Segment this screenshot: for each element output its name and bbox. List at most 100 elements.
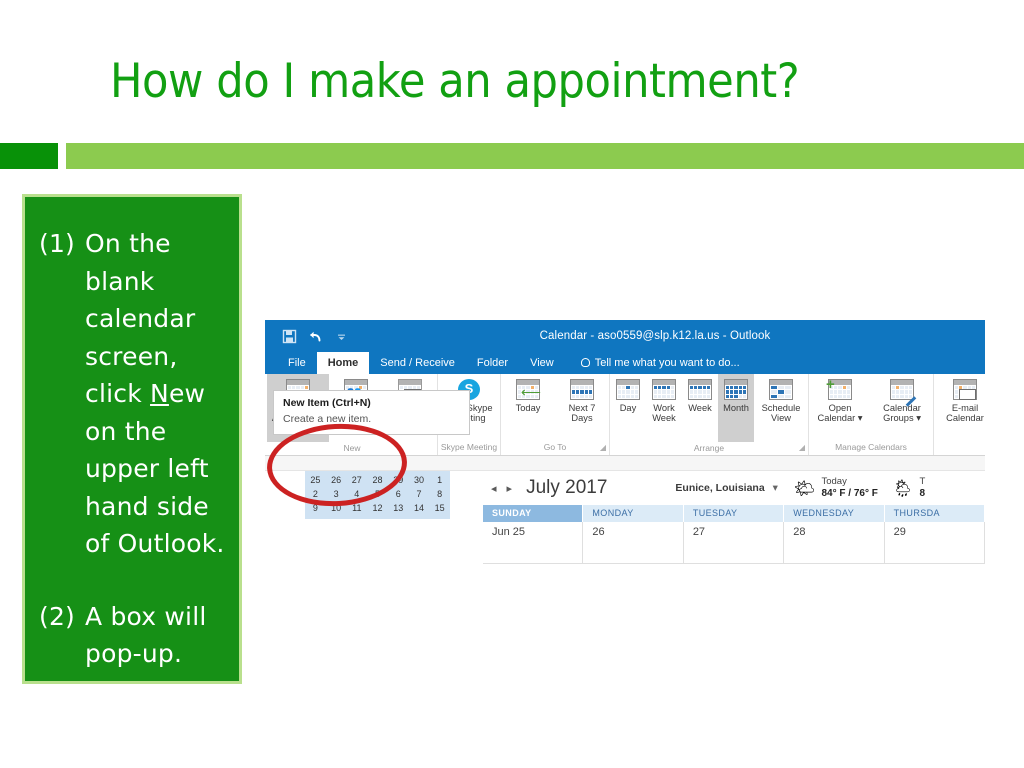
mini-calendar-day[interactable]: 6 (388, 487, 409, 501)
weather-location-selector[interactable]: Eunice, Louisiana ▾ (675, 482, 777, 494)
calendar-navbar (265, 456, 985, 471)
weather-today-text: Today 84° F / 76° F (821, 476, 877, 500)
week-view-button[interactable]: Week (682, 374, 718, 413)
tab-view[interactable]: View (519, 352, 565, 374)
calendar-day-cell[interactable]: 26 (583, 522, 684, 564)
weather-temps: 8 (919, 487, 925, 499)
mini-calendar-day[interactable]: 2 (305, 487, 326, 501)
mini-calendar-day[interactable]: 8 (429, 487, 450, 501)
new-item-tooltip: New Item (Ctrl+N) Create a new item. (273, 390, 470, 435)
calendar-month-label: July 2017 (526, 477, 608, 498)
open-calendar-button[interactable]: + Open Calendar ▾ (809, 374, 871, 424)
tab-send-receive[interactable]: Send / Receive (369, 352, 466, 374)
work-week-view-label-1: Work (653, 403, 675, 413)
list-item: (2) A box will pop-up. (39, 598, 227, 673)
mini-calendar-row[interactable]: 2 3 4 5 6 7 8 (305, 487, 450, 501)
outlook-screenshot: Calendar - aso0559@slp.k12.la.us - Outlo… (265, 320, 985, 564)
tab-home[interactable]: Home (316, 352, 370, 374)
accent-bar-dark (0, 143, 58, 169)
mini-calendar-day[interactable]: 25 (305, 473, 326, 487)
ribbon-group-skype-label: Skype Meeting (440, 442, 498, 452)
mini-calendar-day[interactable]: 11 (346, 501, 367, 515)
tab-file[interactable]: File (277, 352, 317, 374)
mini-calendar-day[interactable]: 28 (367, 473, 388, 487)
chevron-down-icon[interactable]: ▾ (773, 482, 778, 494)
ribbon-group-manage-calendars-label: Manage Calendars (835, 442, 907, 452)
calendar-week-row: Jun 25 26 27 28 29 (483, 522, 985, 564)
mini-calendar-day[interactable]: 1 (429, 473, 450, 487)
calendar-day-cell[interactable]: 28 (784, 522, 885, 564)
work-week-view-icon (652, 379, 676, 400)
ribbon-group-arrange: Day Work Week Week Month Schedule View A… (610, 374, 809, 455)
mini-calendar-day[interactable]: 4 (346, 487, 367, 501)
month-view-button[interactable]: Month (718, 374, 754, 442)
mini-calendar-day[interactable]: 10 (326, 501, 347, 515)
email-calendar-icon (953, 379, 977, 400)
accent-bar-light (66, 143, 1024, 169)
mini-calendar-row[interactable]: 9 10 11 12 13 14 15 (305, 501, 450, 515)
tooltip-title: New Item (Ctrl+N) (283, 397, 371, 409)
dialog-launcher-icon[interactable]: ◢ (600, 441, 606, 454)
weather-day-label: Today (821, 475, 847, 487)
weather-temps: 84° F / 76° F (821, 487, 878, 499)
next-7-days-button[interactable]: Next 7 Days (555, 374, 609, 424)
email-calendar-button[interactable]: E-mail Calendar (934, 374, 985, 424)
schedule-view-label-2: View (771, 413, 791, 424)
mini-calendar-day[interactable]: 15 (429, 501, 450, 515)
mini-calendar-day[interactable]: 29 (388, 473, 409, 487)
rain-with-sun-icon: 🌦 (891, 478, 914, 498)
weather-tomorrow[interactable]: 🌦 T 8 (892, 476, 925, 500)
ribbon-group-share-label: Sha (934, 441, 985, 455)
schedule-view-button[interactable]: Schedule View (754, 374, 808, 424)
calendar-nav: ◂ ▸ (483, 482, 512, 495)
mini-calendar-day[interactable]: 9 (305, 501, 326, 515)
list-item-number: (2) (39, 601, 76, 631)
dialog-launcher-icon[interactable]: ◢ (799, 441, 805, 454)
mini-calendar-day[interactable]: 7 (409, 487, 430, 501)
tell-me-search[interactable]: Tell me what you want to do... (565, 352, 751, 374)
work-week-view-label-2: Week (652, 413, 676, 424)
week-view-label: Week (688, 403, 712, 413)
day-header-wednesday: WEDNESDAY (784, 505, 885, 522)
calendar-groups-button[interactable]: Calendar Groups ▾ (871, 374, 933, 424)
weather-day-label: T (919, 475, 926, 487)
week-view-icon (688, 379, 712, 400)
weather-today[interactable]: 🌤 Today 84° F / 76° F (794, 476, 878, 500)
mini-calendar[interactable]: 25 26 27 28 29 30 1 2 3 4 5 6 7 8 9 10 1… (305, 471, 450, 519)
calendar-header: ◂ ▸ July 2017 Eunice, Louisiana ▾ 🌤 Toda… (483, 471, 985, 505)
work-week-view-button[interactable]: Work Week (646, 374, 682, 424)
email-calendar-label-1: E-mail (951, 403, 979, 413)
day-view-icon (616, 379, 640, 400)
mini-calendar-row[interactable]: 25 26 27 28 29 30 1 (305, 473, 450, 487)
calendar-day-cell[interactable]: Jun 25 (483, 522, 584, 564)
instructions-list: (1) On the blank calendar screen, click … (39, 225, 227, 673)
calendar-day-cell[interactable]: 29 (884, 522, 985, 564)
mini-calendar-day[interactable]: 27 (346, 473, 367, 487)
calendar-grid: SUNDAY MONDAY TUESDAY WEDNESDAY THURSDA … (483, 505, 985, 564)
sun-behind-cloud-icon: 🌤 (793, 478, 816, 498)
day-view-button[interactable]: Day (610, 374, 646, 413)
mini-calendar-day[interactable]: 26 (326, 473, 347, 487)
ribbon-group-arrange-label: Arrange ◢ (693, 441, 805, 454)
next-7-days-label-1: Next 7 (568, 403, 596, 413)
mini-calendar-day[interactable]: 12 (367, 501, 388, 515)
prev-month-button[interactable]: ◂ (491, 482, 497, 495)
calendar-day-cell[interactable]: 27 (683, 522, 785, 564)
ribbon-group-go-to-label: Go To ◢ (543, 441, 606, 454)
schedule-view-label-1: Schedule (761, 403, 801, 413)
open-calendar-icon: + (826, 377, 852, 400)
day-view-label: Day (619, 403, 637, 413)
mini-calendar-day[interactable]: 30 (409, 473, 430, 487)
calendar-groups-icon (890, 379, 917, 407)
mini-calendar-day[interactable]: 5 (367, 487, 388, 501)
mini-calendar-day[interactable]: 14 (409, 501, 430, 515)
mini-calendar-day[interactable]: 13 (388, 501, 409, 515)
ribbon-group-new-label: New (343, 443, 361, 453)
next-7-days-icon (570, 379, 594, 400)
tab-folder[interactable]: Folder (466, 352, 519, 374)
calendar-groups-label-1: Calendar (883, 403, 921, 413)
today-label: Today (515, 403, 541, 413)
today-button[interactable]: ⟵ Today (501, 374, 555, 413)
ribbon-group-manage-calendars: + Open Calendar ▾ Calendar Groups ▾ Mana… (809, 374, 934, 455)
mini-calendar-day[interactable]: 3 (326, 487, 347, 501)
